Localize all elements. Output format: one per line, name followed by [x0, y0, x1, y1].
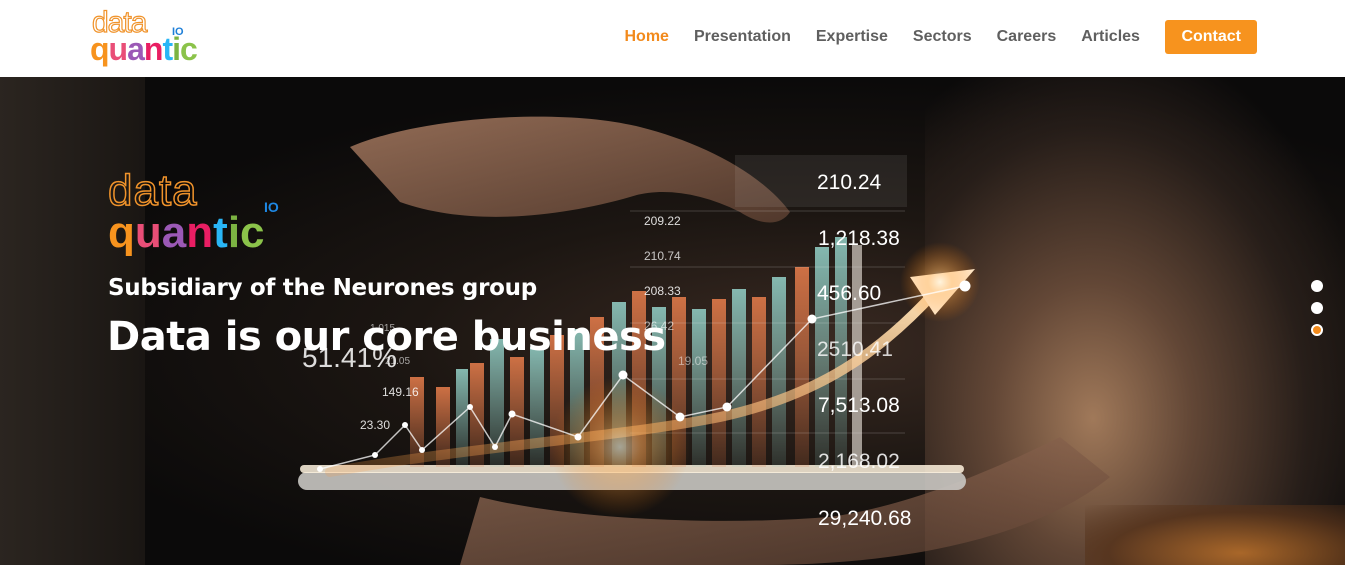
nav-articles[interactable]: Articles: [1069, 28, 1153, 46]
hero-logo-io-text: IO: [264, 199, 279, 215]
upper-hand-shape: [350, 116, 790, 223]
figure-label: 1,218.38: [818, 227, 900, 250]
figure-label: 209.22: [644, 214, 681, 228]
slider-pagination: [1311, 280, 1323, 346]
nav-home[interactable]: Home: [612, 28, 681, 46]
logo-letter: u: [108, 31, 129, 67]
logo-letter: c: [240, 208, 265, 257]
site-logo[interactable]: data quantic IO: [90, 7, 198, 70]
figure-label: 29,240.68: [818, 507, 912, 530]
logo-letter: t: [213, 208, 228, 257]
hero-logo: data quantic IO: [107, 166, 308, 264]
figure-label: 19.05: [678, 354, 709, 368]
hero-title: Data is our core business: [107, 314, 666, 360]
slider-dot-1[interactable]: [1311, 280, 1323, 292]
hero-subtitle: Subsidiary of the Neurones group: [108, 275, 537, 301]
figure-label: 23.30: [360, 418, 391, 432]
site-header: data quantic IO Home Presentation Expert…: [0, 0, 1345, 77]
figure-label: 456.60: [817, 282, 882, 305]
logo-letter: q: [108, 208, 135, 257]
hero-slider: 210.24 1,218.38 456.60 2510.41 7,513.08 …: [0, 77, 1345, 565]
figure-label: 2,168.02: [818, 450, 900, 473]
hero-logo-data-text: data: [107, 166, 198, 215]
nav-sectors[interactable]: Sectors: [900, 28, 984, 46]
nav-presentation[interactable]: Presentation: [681, 28, 803, 46]
slider-dot-3[interactable]: [1311, 324, 1323, 336]
slider-dot-2[interactable]: [1311, 302, 1323, 314]
logo-letter: q: [90, 31, 110, 67]
nav-careers[interactable]: Careers: [984, 28, 1069, 46]
logo-letter: t: [162, 31, 173, 67]
figure-label: 149.16: [382, 385, 419, 399]
logo-io-text: IO: [172, 26, 184, 38]
logo-letter: n: [143, 31, 164, 67]
nav-expertise[interactable]: Expertise: [803, 28, 900, 46]
figure-label: 2510.41: [817, 338, 893, 361]
contact-button[interactable]: Contact: [1165, 20, 1257, 54]
logo-letter: n: [186, 208, 214, 257]
main-nav: Home Presentation Expertise Sectors Care…: [612, 20, 1257, 54]
figure-label: 210.74: [644, 249, 681, 263]
figure-label: 7,513.08: [818, 394, 900, 417]
logo-letter: u: [134, 208, 162, 257]
logo-letter: a: [127, 31, 145, 67]
hero-logo-quantic-text: quantic: [108, 209, 265, 257]
logo-letter: a: [161, 208, 187, 257]
logo-letter: i: [227, 208, 241, 257]
figure-label: 208.33: [644, 284, 681, 298]
figure-label: 210.24: [817, 171, 882, 194]
